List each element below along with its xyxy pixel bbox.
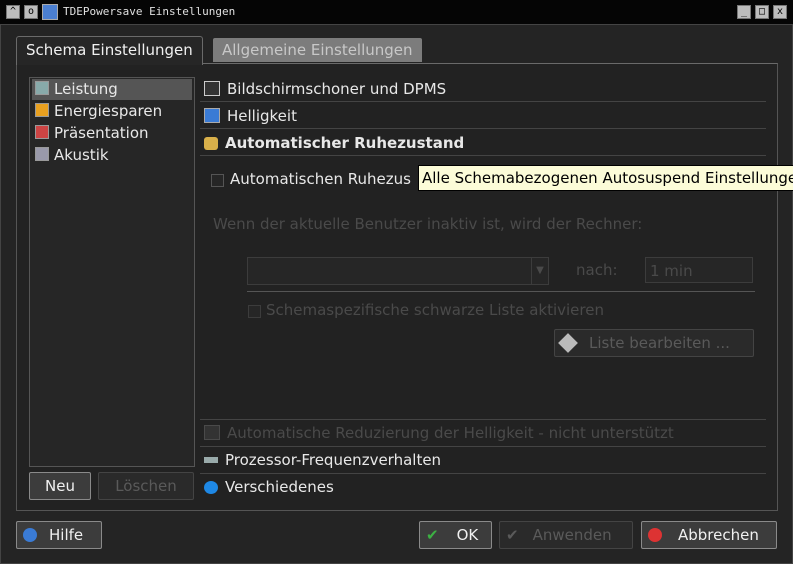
monitor-icon bbox=[204, 108, 220, 123]
list-item-energiesparen[interactable]: Energiesparen bbox=[32, 101, 192, 122]
help-label: Hilfe bbox=[49, 526, 84, 544]
chevron-down-icon: ▼ bbox=[531, 258, 548, 284]
edit-list-label: Liste bearbeiten ... bbox=[589, 334, 730, 352]
list-item-label: Leistung bbox=[54, 80, 118, 98]
apply-button[interactable]: ✔ Anwenden bbox=[499, 521, 633, 549]
menu-icon[interactable]: ^ bbox=[6, 5, 20, 19]
list-item-label: Akustik bbox=[54, 146, 109, 164]
section-misc[interactable]: Verschiedenes bbox=[200, 474, 334, 500]
cancel-button[interactable]: Abbrechen bbox=[641, 521, 777, 549]
presentation-icon bbox=[35, 125, 49, 139]
after-spinbox[interactable]: 1 min bbox=[645, 257, 753, 283]
section-cpu[interactable]: Prozessor-Frequenzverhalten bbox=[200, 447, 441, 473]
list-item-label: Energiesparen bbox=[54, 102, 163, 120]
check-icon: ✔ bbox=[426, 526, 439, 544]
section-brightness[interactable]: Helligkeit bbox=[200, 103, 297, 129]
after-label: nach: bbox=[576, 261, 618, 279]
check-icon: ✔ bbox=[506, 526, 519, 544]
maximize-icon[interactable]: □ bbox=[755, 5, 769, 19]
scheme-list[interactable]: Leistung Energiesparen Präsentation Akus… bbox=[29, 77, 195, 467]
sticky-icon[interactable]: o bbox=[24, 5, 38, 19]
list-item-label: Präsentation bbox=[54, 124, 149, 142]
autosuspend-enable-label: Automatischen Ruhezus bbox=[230, 170, 411, 188]
list-item-praesentation[interactable]: Präsentation bbox=[32, 123, 192, 144]
close-icon[interactable]: x bbox=[773, 5, 787, 19]
cpu-icon bbox=[204, 457, 218, 463]
screensaver-icon bbox=[204, 81, 220, 96]
cancel-icon bbox=[648, 528, 662, 542]
dim-icon bbox=[204, 425, 220, 440]
blacklist-label: Schemaspezifische schwarze Liste aktivie… bbox=[266, 301, 604, 319]
divider bbox=[200, 155, 766, 156]
battery-icon bbox=[35, 103, 49, 117]
section-label: Automatische Reduzierung der Helligkeit … bbox=[227, 424, 674, 442]
section-dim-brightness[interactable]: Automatische Reduzierung der Helligkeit … bbox=[200, 420, 674, 446]
acoustic-icon bbox=[35, 147, 49, 161]
section-label: Verschiedenes bbox=[225, 478, 334, 496]
divider bbox=[200, 101, 766, 102]
divider bbox=[247, 291, 755, 292]
section-screensaver[interactable]: Bildschirmschoner und DPMS bbox=[200, 76, 446, 102]
list-item-leistung[interactable]: Leistung bbox=[32, 79, 192, 100]
help-button[interactable]: Hilfe bbox=[16, 521, 102, 549]
new-scheme-button[interactable]: Neu bbox=[29, 472, 91, 500]
window-title: TDEPowersave Einstellungen bbox=[63, 5, 236, 18]
action-select[interactable]: ▼ bbox=[247, 257, 549, 285]
wrench-icon bbox=[558, 333, 578, 353]
edit-list-button[interactable]: Liste bearbeiten ... bbox=[554, 329, 754, 357]
tab-general-settings[interactable]: Allgemeine Einstellungen bbox=[213, 38, 422, 62]
performance-icon bbox=[35, 81, 49, 95]
section-autosuspend[interactable]: Automatischer Ruhezustand bbox=[200, 130, 464, 156]
misc-icon bbox=[204, 481, 218, 494]
section-label: Automatischer Ruhezustand bbox=[225, 134, 465, 152]
list-item-akustik[interactable]: Akustik bbox=[32, 145, 192, 166]
cancel-label: Abbrechen bbox=[678, 526, 759, 544]
minimize-icon[interactable]: _ bbox=[737, 5, 751, 19]
section-label: Helligkeit bbox=[227, 107, 297, 125]
inactive-label: Wenn der aktuelle Benutzer inaktiv ist, … bbox=[213, 215, 643, 233]
tooltip: Alle Schemabezogenen Autosuspend Einstel… bbox=[418, 165, 793, 191]
ok-button[interactable]: ✔ OK bbox=[419, 521, 492, 549]
section-label: Prozessor-Frequenzverhalten bbox=[225, 451, 442, 469]
divider bbox=[200, 128, 766, 129]
autosuspend-checkbox[interactable] bbox=[211, 174, 224, 187]
tab-scheme-settings[interactable]: Schema Einstellungen bbox=[16, 36, 203, 65]
apply-label: Anwenden bbox=[532, 526, 612, 544]
ok-label: OK bbox=[456, 526, 479, 544]
autosuspend-icon bbox=[204, 137, 218, 150]
title-bar: ^ o TDEPowersave Einstellungen _ □ x bbox=[0, 0, 793, 25]
app-icon bbox=[42, 4, 58, 20]
delete-scheme-button[interactable]: Löschen bbox=[98, 472, 194, 500]
help-icon bbox=[23, 528, 37, 542]
blacklist-checkbox[interactable] bbox=[248, 305, 261, 318]
section-label: Bildschirmschoner und DPMS bbox=[227, 80, 447, 98]
